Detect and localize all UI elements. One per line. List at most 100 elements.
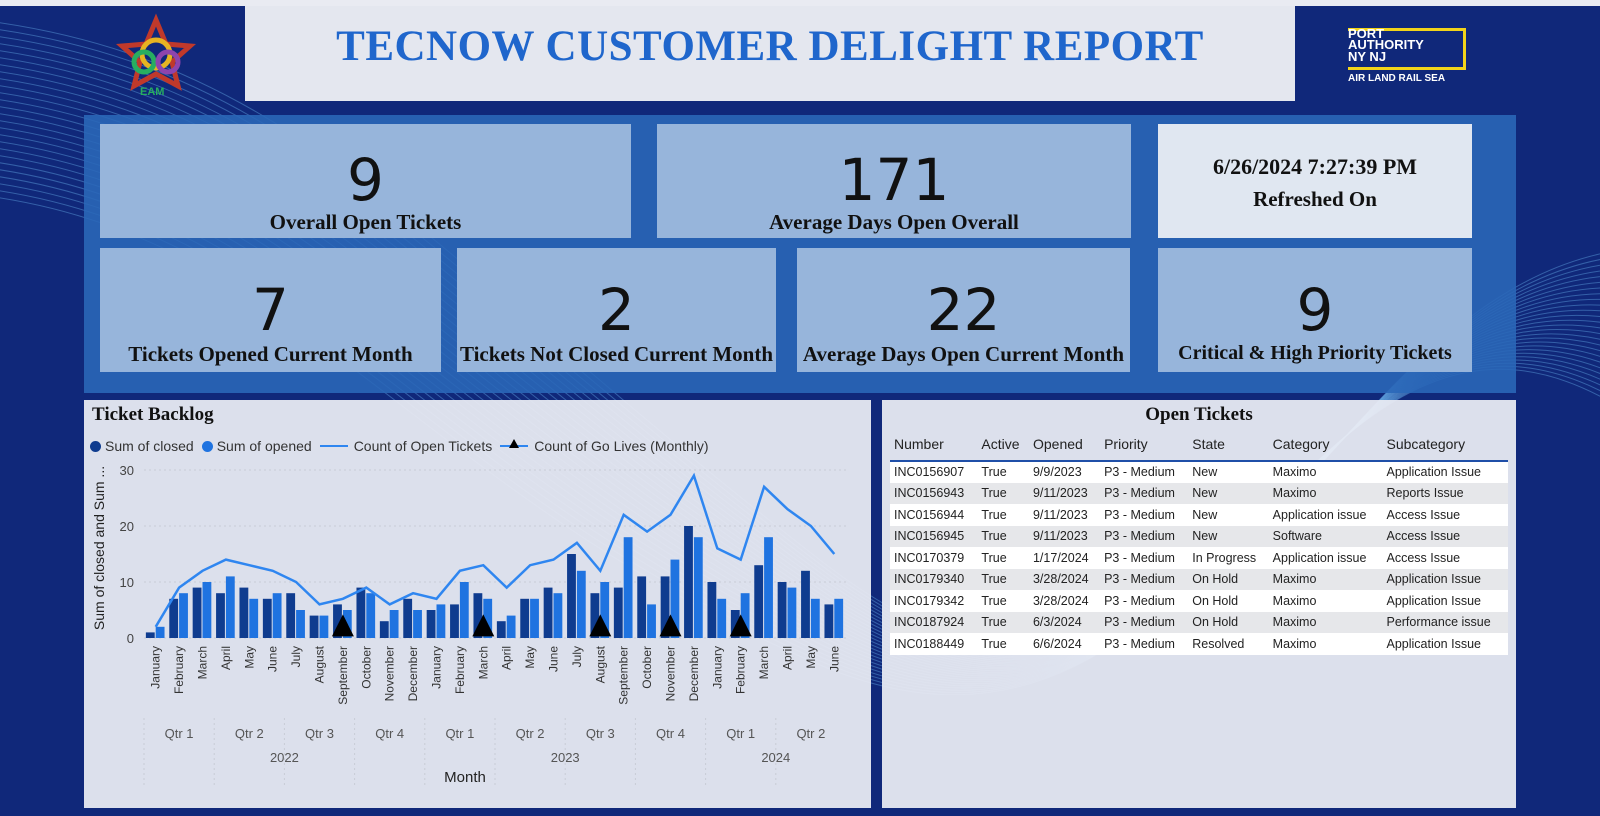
year-label: 2022 [270, 750, 299, 765]
legend-label: Count of Open Tickets [353, 438, 493, 454]
bar-sum-of-opened [530, 598, 539, 638]
x-tick-label: November [383, 646, 397, 701]
column-header[interactable]: Active [977, 432, 1029, 461]
x-tick-label: July [570, 646, 584, 667]
table-row[interactable]: INC0156907 True 9/9/2023 P3 - Medium New Maxi… [890, 461, 1508, 483]
table-cell: INC0170379 [894, 550, 965, 565]
year-label: 2024 [761, 750, 790, 765]
table-cell: 3/28/2024 [1032, 593, 1089, 608]
bar-sum-of-closed [169, 598, 179, 638]
year-label: 2023 [551, 750, 580, 765]
kpi-tickets-not-closed-current-month[interactable]: 2 Tickets Not Closed Current Month [457, 248, 776, 372]
bar-sum-of-opened [647, 604, 656, 638]
quarter-label: Qtr 1 [726, 726, 755, 741]
kpi-label: Tickets Not Closed Current Month [459, 342, 774, 366]
table-cell: Resolved [1192, 636, 1245, 651]
column-header[interactable]: Category [1269, 432, 1383, 461]
quarter-label: Qtr 3 [586, 726, 615, 741]
kpi-label: Overall Open Tickets [269, 210, 462, 234]
kpi-refreshed-on: 6/26/2024 7:27:39 PM Refreshed On [1158, 124, 1472, 238]
table-row[interactable]: INC0187924 True 6/3/2024 P3 - Medium On Hold… [890, 611, 1508, 633]
table-cell: P3 - Medium [1104, 593, 1175, 608]
y-axis-title: Sum of closed and Sum ... [91, 466, 107, 630]
kpi-critical-high-priority-tickets[interactable]: 9 Critical & High Priority Tickets [1158, 248, 1472, 372]
legend-label: Sum of closed [105, 438, 194, 454]
table-cell: True [981, 486, 1007, 501]
bar-sum-of-opened [436, 604, 446, 638]
table-row[interactable]: INC0170379 True 1/17/2024 P3 - Medium In Pro… [890, 547, 1508, 569]
x-tick-label: May [523, 646, 537, 669]
table-cell: INC0187924 [894, 615, 965, 630]
bar-sum-of-opened [810, 598, 820, 638]
table-cell: INC0179340 [894, 572, 965, 587]
open-tickets-title: Open Tickets [1145, 404, 1253, 425]
x-tick-label: August [593, 645, 607, 683]
x-tick-label: September [617, 646, 631, 705]
table-cell: P3 - Medium [1104, 486, 1175, 501]
kpi-average-days-open-current-month[interactable]: 22 Average Days Open Current Month [797, 248, 1130, 372]
column-header[interactable]: Subcategory [1382, 432, 1508, 461]
bar-sum-of-opened [553, 593, 563, 638]
x-tick-label: March [757, 646, 771, 679]
legend-item-go-lives[interactable]: Count of Go Lives (Monthly) [500, 438, 709, 454]
column-header[interactable]: State [1188, 432, 1268, 461]
table-cell: True [981, 529, 1007, 544]
column-header[interactable]: Priority [1100, 432, 1188, 461]
bar-sum-of-closed [379, 621, 389, 638]
kpi-label: Refreshed On [1253, 187, 1377, 211]
table-cell: 6/6/2024 [1032, 636, 1082, 651]
bar-sum-of-closed [824, 604, 834, 638]
table-cell: P3 - Medium [1104, 636, 1175, 651]
quarter-label: Qtr 3 [305, 726, 334, 741]
legend-item-closed[interactable]: Sum of closed [90, 438, 194, 454]
bar-sum-of-closed [262, 598, 272, 638]
table-cell: Performance issue [1386, 615, 1491, 630]
quarter-label: Qtr 2 [796, 726, 825, 741]
y-tick-label: 10 [120, 575, 134, 590]
legend-line-icon [319, 445, 348, 447]
table-cell: True [981, 572, 1007, 587]
x-tick-label: November [664, 646, 678, 701]
y-tick-label: 20 [120, 519, 134, 534]
kpi-overall-open-tickets[interactable]: 9 Overall Open Tickets [100, 124, 631, 238]
table-cell: True [981, 593, 1007, 608]
legend-item-open-tickets[interactable]: Count of Open Tickets [319, 438, 493, 454]
y-tick-label: 30 [120, 463, 134, 478]
bar-sum-of-closed [567, 554, 576, 638]
table-row[interactable]: INC0179340 True 3/28/2024 P3 - Medium On Hol… [890, 568, 1508, 590]
column-header[interactable]: Opened [1029, 432, 1100, 461]
bar-sum-of-opened [225, 576, 235, 638]
quarter-label: Qtr 2 [516, 726, 545, 741]
x-tick-label: February [734, 646, 748, 694]
bar-sum-of-opened [179, 593, 188, 638]
column-header[interactable]: Number [890, 432, 977, 461]
bar-sum-of-closed [286, 593, 296, 638]
legend-item-opened[interactable]: Sum of opened [201, 438, 312, 454]
kpi-tickets-opened-current-month[interactable]: 7 Tickets Opened Current Month [100, 248, 441, 372]
x-tick-label: December [406, 646, 420, 701]
kpi-average-days-open-overall[interactable]: 171 Average Days Open Overall [657, 124, 1131, 238]
table-cell: Application issue [1272, 507, 1367, 522]
ticket-backlog-chart: 0 10 20 30 Sum of closed and Sum ... January F… [91, 463, 846, 788]
bar-sum-of-closed [520, 598, 530, 638]
bar-sum-of-closed [543, 587, 553, 638]
bar-sum-of-opened [764, 537, 773, 638]
x-tick-label: January [710, 646, 724, 689]
x-tick-label: April [500, 646, 514, 670]
bar-sum-of-closed [309, 615, 319, 638]
bar-sum-of-closed [216, 593, 225, 638]
kpi-value: 9 [1296, 276, 1334, 344]
table-row[interactable]: INC0156943 True 9/11/2023 P3 - Medium New Max… [890, 482, 1508, 504]
eam-logo: EAM [115, 12, 197, 104]
table-body: INC0156907 True 9/9/2023 P3 - Medium New Maxi… [890, 461, 1508, 655]
kpi-label: Average Days Open Current Month [802, 342, 1125, 366]
table-row[interactable]: INC0156945 True 9/11/2023 P3 - Medium New Sof… [890, 525, 1508, 547]
table-cell: Application Issue [1386, 593, 1481, 608]
x-tick-label: July [289, 646, 303, 667]
table-row[interactable]: INC0156944 True 9/11/2023 P3 - Medium New App… [890, 504, 1508, 526]
table-row[interactable]: INC0188449 True 6/6/2024 P3 - Medium Resolve… [890, 633, 1508, 655]
table-cell: Maximo [1272, 593, 1317, 608]
bar-sum-of-closed [754, 565, 764, 638]
table-cell: 9/11/2023 [1032, 507, 1088, 522]
table-row[interactable]: INC0179342 True 3/28/2024 P3 - Medium On Hol… [890, 590, 1508, 612]
